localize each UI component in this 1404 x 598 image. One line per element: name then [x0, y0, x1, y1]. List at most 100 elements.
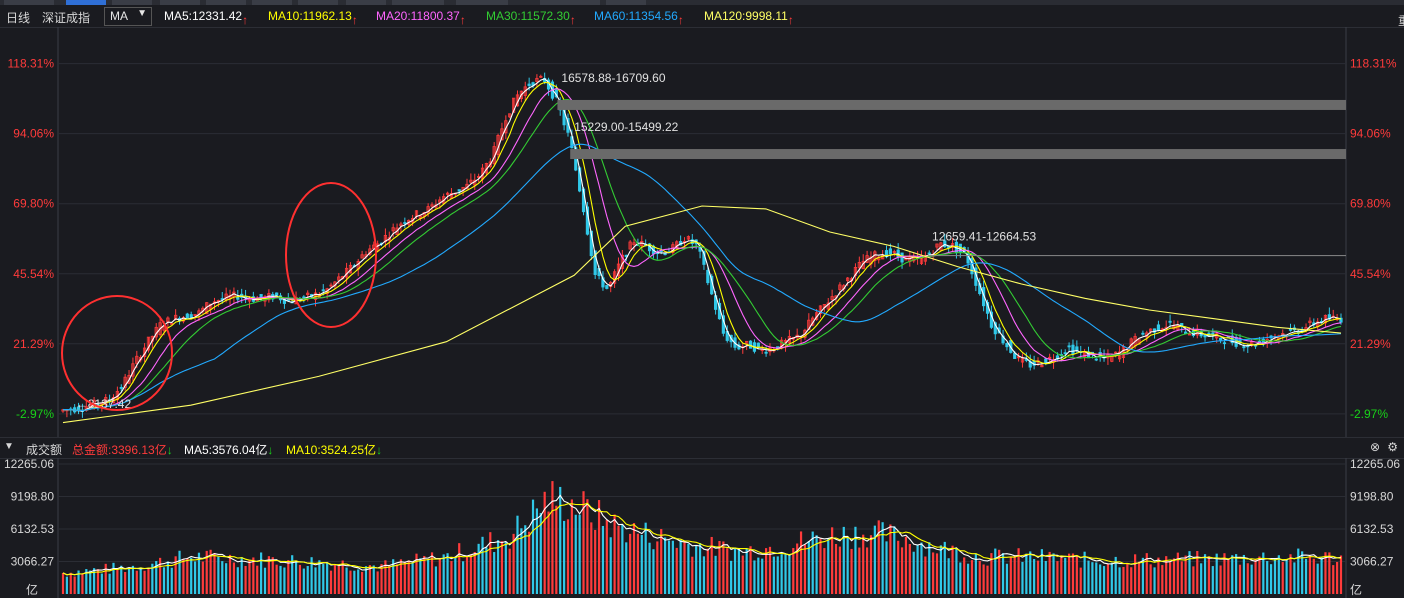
volume-bar: [186, 558, 189, 594]
volume-bar: [656, 541, 659, 594]
volume-bar: [970, 560, 974, 594]
volume-bar: [294, 561, 298, 594]
volume-bar: [1211, 566, 1214, 594]
collapse-icon[interactable]: ▼: [4, 441, 14, 452]
candle-body: [1222, 342, 1227, 345]
volume-bar: [551, 481, 554, 594]
gear-icon[interactable]: ⚙: [1387, 440, 1398, 454]
volume-bar: [1025, 553, 1028, 594]
volume-bar: [434, 566, 438, 594]
volume-bar: [776, 556, 779, 594]
ma10-line: [62, 81, 1342, 411]
volume-bar: [1137, 561, 1141, 594]
y-tick-label-right: 94.06%: [1350, 127, 1391, 141]
price-annotation: 16578.88-16709.60: [561, 71, 665, 85]
volume-bar: [1099, 564, 1102, 594]
volume-bar: [955, 548, 958, 594]
volume-bar: [454, 557, 457, 594]
y-tick-label-left: 45.54%: [13, 267, 54, 281]
volume-bar: [473, 552, 476, 594]
volume-bar: [1293, 562, 1296, 594]
volume-bar: [112, 562, 115, 594]
volume-bar: [489, 532, 492, 594]
volume-ma5: MA5:3576.04亿↓: [184, 443, 274, 457]
price-chart[interactable]: 118.31% 118.31% 94.06% 94.06% 69.80% 69.80% 45…: [0, 27, 1404, 437]
volume-bar: [1324, 552, 1327, 594]
indicator-select[interactable]: MA ▼: [104, 7, 152, 26]
volume-bar: [279, 565, 282, 594]
volume-bar: [792, 548, 795, 594]
candle-body: [1071, 344, 1075, 355]
volume-chart[interactable]: 12265.06 12265.06 9198.80 9198.80 6132.53 613…: [0, 458, 1404, 598]
volume-bar: [1001, 553, 1005, 594]
volume-bar: [897, 540, 900, 594]
ma-legend-item: MA5:12331.42 ↑: [164, 9, 249, 27]
volume-bar: [419, 558, 422, 594]
volume-bar: [240, 557, 243, 594]
volume-bar: [1153, 567, 1156, 594]
volume-bar: [1071, 553, 1075, 594]
volume-bar: [935, 553, 939, 594]
volume-bar: [566, 519, 570, 594]
volume-bar: [1009, 556, 1012, 594]
volume-bar: [667, 540, 671, 594]
close-icon[interactable]: ⊗: [1370, 440, 1380, 454]
volume-bar: [1110, 562, 1113, 594]
volume-bar: [190, 557, 193, 594]
volume-bar: [162, 567, 166, 594]
volume-bar: [116, 569, 119, 594]
volume-bar: [1060, 557, 1063, 594]
volume-bar: [718, 540, 721, 594]
volume-bar: [1149, 564, 1152, 594]
volume-bar: [1200, 563, 1203, 594]
volume-bar: [838, 546, 841, 594]
volume-bar: [613, 514, 616, 594]
volume-bar: [1079, 567, 1082, 594]
volume-bar: [966, 563, 970, 594]
volume-bar: [1312, 558, 1315, 594]
volume-bar: [761, 558, 764, 594]
volume-bar: [757, 557, 760, 594]
volume-bar: [244, 565, 247, 594]
volume-bar: [256, 565, 259, 594]
volume-bar: [698, 543, 702, 594]
volume-bar: [722, 541, 725, 594]
volume-bar: [784, 554, 787, 594]
volume-bar: [749, 546, 752, 594]
volume-bar: [683, 540, 686, 594]
volume-bar: [193, 561, 197, 594]
y-tick-label-right: 45.54%: [1350, 267, 1391, 281]
volume-bar: [858, 547, 861, 594]
volume-bar: [1192, 566, 1195, 594]
volume-bar: [124, 571, 127, 594]
volume-bar: [1273, 558, 1277, 594]
volume-bar: [1067, 553, 1071, 594]
volume-bar: [702, 556, 706, 594]
volume-bar: [605, 519, 608, 594]
volume-bar: [493, 552, 496, 594]
ma-legend-item: MA30:11572.30 ↑: [486, 9, 576, 27]
volume-bar: [213, 553, 216, 594]
y-tick-label-left: -2.97%: [16, 407, 54, 421]
volume-bar: [221, 561, 224, 594]
volume-bar: [764, 548, 768, 594]
candle-body: [927, 252, 931, 255]
volume-bar: [1102, 566, 1106, 594]
y-tick-label-left: 9198.80: [11, 489, 55, 503]
volume-bar: [1095, 562, 1098, 594]
volume-bar: [687, 543, 690, 594]
volume-bar: [1172, 558, 1176, 594]
volume-bar: [69, 572, 72, 594]
price-band: [557, 99, 1346, 110]
period-label[interactable]: 日线: [6, 9, 30, 26]
volume-bar: [376, 571, 379, 594]
volume-bar: [1161, 565, 1164, 594]
volume-bar: [361, 571, 364, 594]
volume-bar: [531, 499, 535, 594]
volume-bar: [1029, 551, 1032, 594]
volume-bar: [349, 570, 352, 594]
volume-bar: [232, 562, 236, 594]
volume-bar: [1036, 560, 1040, 594]
volume-bar: [1231, 555, 1234, 594]
volume-bar: [788, 554, 791, 594]
